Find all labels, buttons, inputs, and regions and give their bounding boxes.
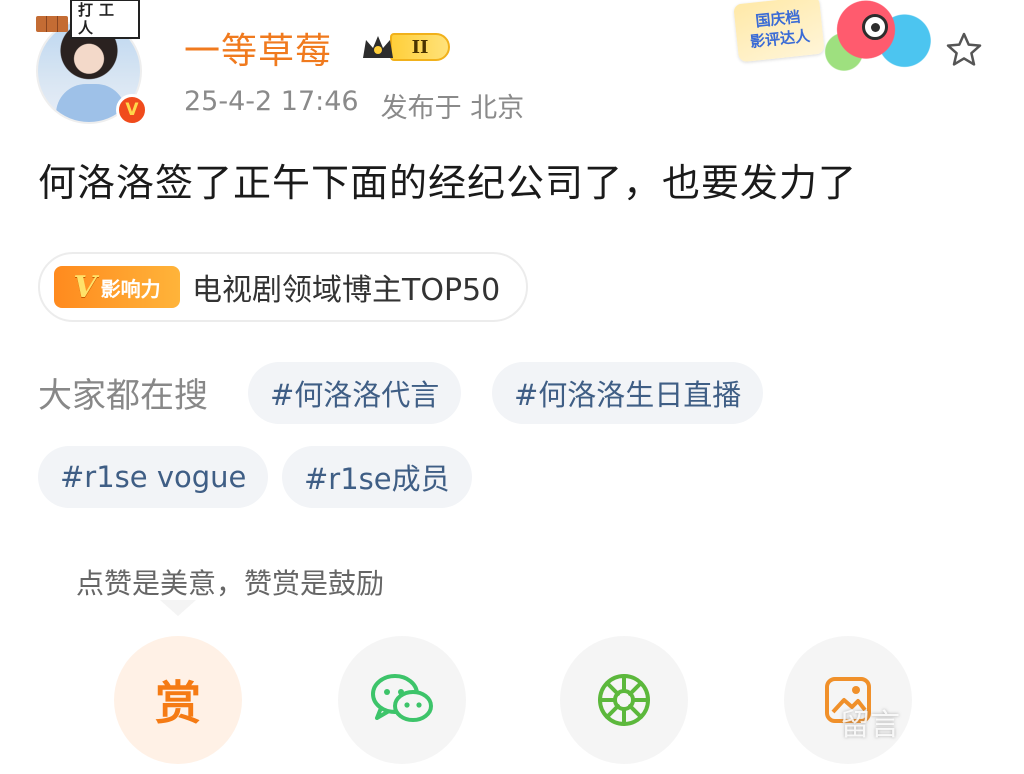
mascot-eye-icon bbox=[862, 14, 888, 40]
avatar-figure bbox=[56, 84, 126, 122]
watermark: 留言 bbox=[840, 708, 900, 743]
post-meta: 25-4-2 17:46 发布于 北京 bbox=[184, 86, 524, 125]
trending-chip[interactable]: #何洛洛代言 bbox=[248, 362, 462, 424]
wechat-icon bbox=[371, 674, 433, 722]
verified-badge-icon: V bbox=[116, 94, 148, 126]
trending-label: 大家都在搜 bbox=[38, 376, 208, 416]
influence-tag: V 影响力 bbox=[54, 266, 180, 308]
avatar-container[interactable]: 打工人 V bbox=[36, 0, 152, 126]
trending-chip[interactable]: #r1se vogue bbox=[38, 446, 269, 508]
event-sticker-plate: 国庆档 影评达人 bbox=[733, 0, 825, 63]
vip-badge[interactable]: II bbox=[358, 28, 454, 66]
influence-v-icon: V bbox=[73, 269, 97, 305]
share-wechat-button[interactable] bbox=[338, 636, 466, 764]
favorite-star-icon[interactable] bbox=[940, 26, 988, 74]
share-moments-button[interactable] bbox=[560, 636, 688, 764]
avatar-frame-text: 打工人 bbox=[70, 0, 140, 39]
post-content: 何洛洛签了正午下面的经纪公司了，也要发力了 bbox=[38, 161, 858, 205]
tip-button[interactable]: 赏 bbox=[114, 636, 242, 764]
hint-arrow-icon bbox=[160, 600, 196, 616]
brick-icon bbox=[36, 16, 68, 32]
influence-tag-label: 影响力 bbox=[100, 276, 161, 301]
influence-text: 电视剧领域博主TOP50 bbox=[192, 273, 501, 308]
trending-chip[interactable]: #何洛洛生日直播 bbox=[492, 362, 764, 424]
moments-icon bbox=[598, 674, 650, 726]
avatar-frame-badge: 打工人 bbox=[36, 0, 140, 39]
post-location: 发布于 北京 bbox=[380, 93, 525, 124]
weibo-post-page: 打工人 V 一等草莓 II 25-4-2 17:46 发布于 北京 国庆档 影评… bbox=[0, 0, 1024, 774]
reward-hint: 点赞是美意，赞赏是鼓励 bbox=[76, 567, 385, 600]
influence-badge[interactable]: V 影响力 电视剧领域博主TOP50 bbox=[38, 252, 529, 322]
crown-icon bbox=[358, 30, 398, 64]
vip-level-label: II bbox=[390, 33, 450, 61]
trending-chip[interactable]: #r1se成员 bbox=[282, 446, 472, 508]
post-timestamp: 25-4-2 17:46 bbox=[184, 86, 359, 117]
tip-label: 赏 bbox=[155, 676, 201, 730]
username[interactable]: 一等草莓 bbox=[184, 22, 332, 74]
event-sticker[interactable]: 国庆档 影评达人 bbox=[733, 0, 946, 80]
